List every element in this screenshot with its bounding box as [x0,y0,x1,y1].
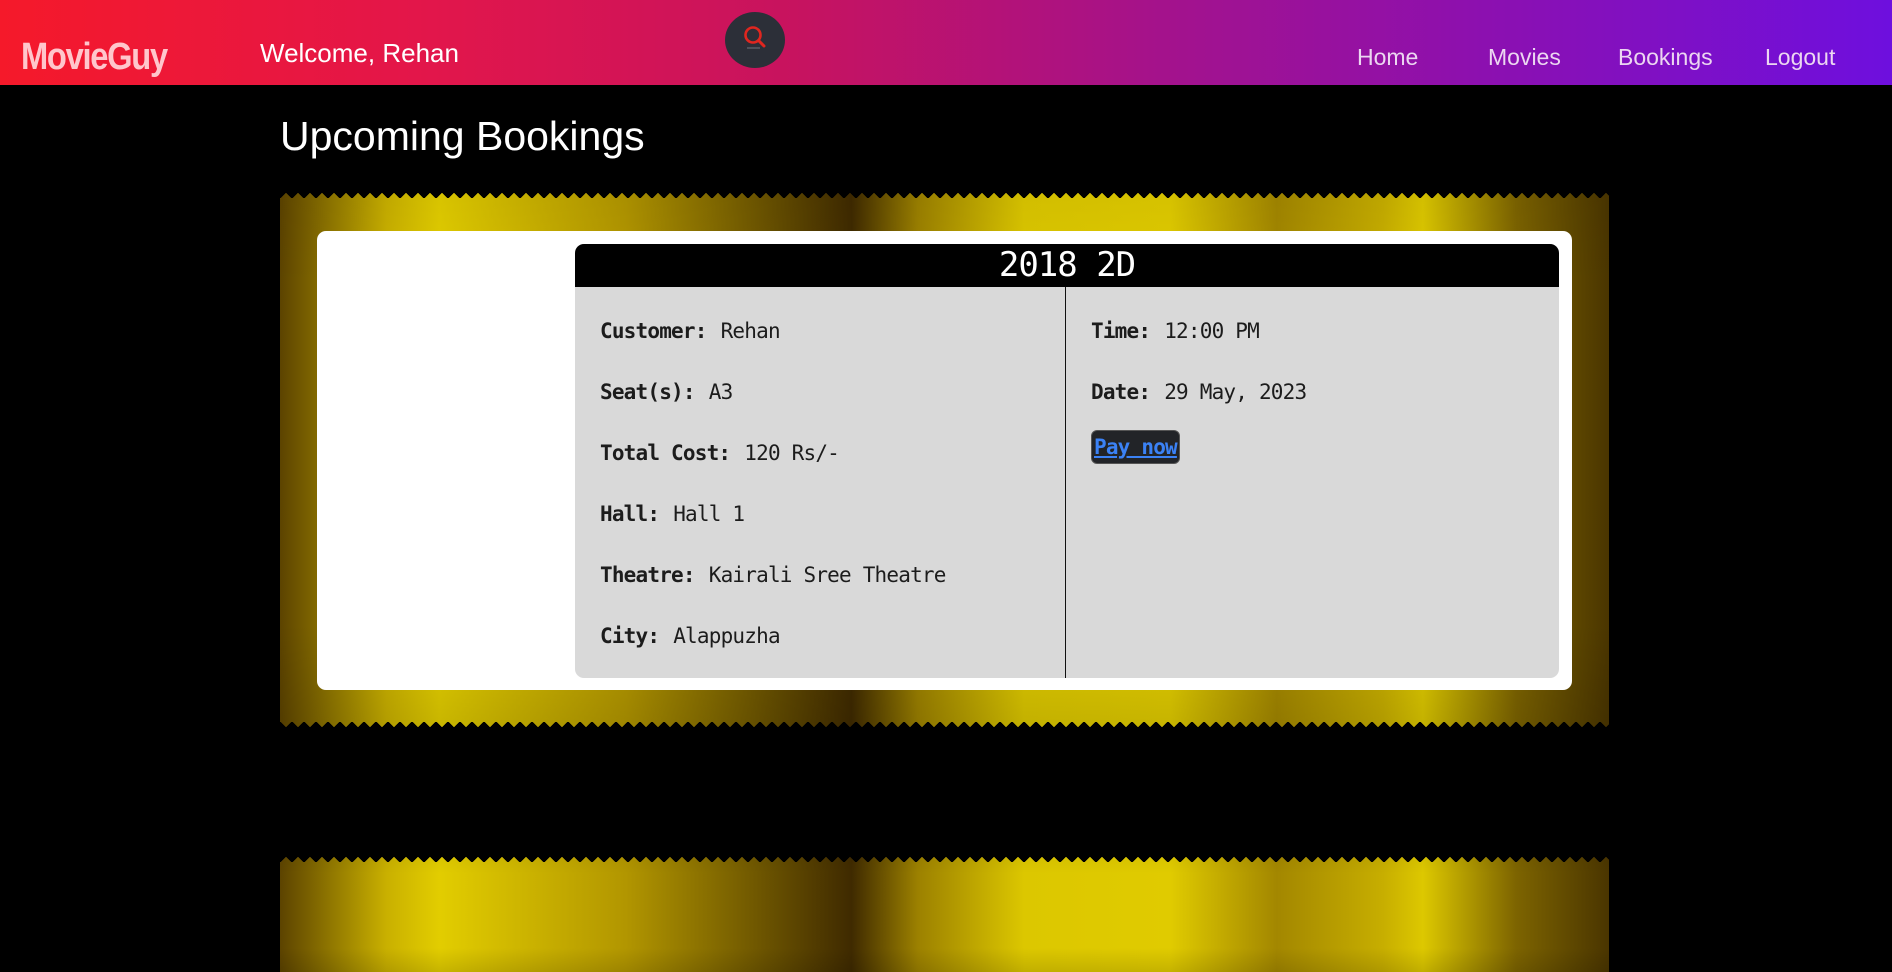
date-row: Date: 29 May, 2023 [1091,361,1307,422]
hall-label: Hall: [600,501,660,526]
booking-details-left: Customer: Rehan Seat(s): A3 Total Cost: … [600,287,946,666]
card-divider [1065,287,1066,678]
time-label: Time: [1091,318,1151,343]
search-icon [741,24,769,57]
pay-now-button[interactable]: Pay now [1091,430,1180,464]
date-value: 29 May, 2023 [1164,379,1307,404]
movie-title: 2018 2D [575,244,1559,287]
theatre-label: Theatre: [600,562,696,587]
booking-ticket [280,852,1609,972]
search-button[interactable] [725,12,785,68]
city-label: City: [600,623,660,648]
seats-label: Seat(s): [600,379,696,404]
ticket-edge-bottom [280,722,1609,732]
customer-value: Rehan [720,318,781,343]
customer-row: Customer: Rehan [600,300,946,361]
nav-logout-link[interactable]: Logout [1765,42,1835,72]
hall-value: Hall 1 [673,501,745,526]
ticket-edge-top [280,188,1609,198]
welcome-text: Welcome, Rehan [260,38,459,68]
cost-label: Total Cost: [600,440,731,465]
seats-value: A3 [708,379,733,404]
cost-value: 120 Rs/- [744,440,840,465]
nav-home-link[interactable]: Home [1357,42,1418,72]
time-row: Time: 12:00 PM [1091,300,1306,361]
nav-bookings-link[interactable]: Bookings [1618,42,1713,72]
city-row: City: Alappuzha [600,605,946,666]
time-value: 12:00 PM [1164,318,1260,343]
nav-movies-link[interactable]: Movies [1488,42,1561,72]
theatre-row: Theatre: Kairali Sree Theatre [600,544,946,605]
seats-row: Seat(s): A3 [600,361,946,422]
brand-logo[interactable]: MovieGuy [21,35,168,79]
page-title: Upcoming Bookings [280,113,645,159]
ticket-gold-frame [280,852,1609,972]
customer-label: Customer: [600,318,707,343]
hall-row: Hall: Hall 1 [600,483,946,544]
cost-row: Total Cost: 120 Rs/- [600,422,946,483]
date-label: Date: [1091,379,1151,404]
booking-card: 2018 2D Customer: Rehan Seat(s): A3 Tota… [575,244,1559,678]
top-navbar: MovieGuy Welcome, Rehan Home Movies Book… [0,0,1892,85]
booking-ticket: 2018 2D Customer: Rehan Seat(s): A3 Tota… [280,188,1609,732]
theatre-value: Kairali Sree Theatre [708,562,947,587]
ticket-inner-panel: 2018 2D Customer: Rehan Seat(s): A3 Tota… [317,231,1572,690]
ticket-edge-top [280,852,1609,862]
city-value: Alappuzha [673,623,780,648]
booking-details-right: Time: 12:00 PM Date: 29 May, 2023 Pay no… [1091,287,1307,464]
